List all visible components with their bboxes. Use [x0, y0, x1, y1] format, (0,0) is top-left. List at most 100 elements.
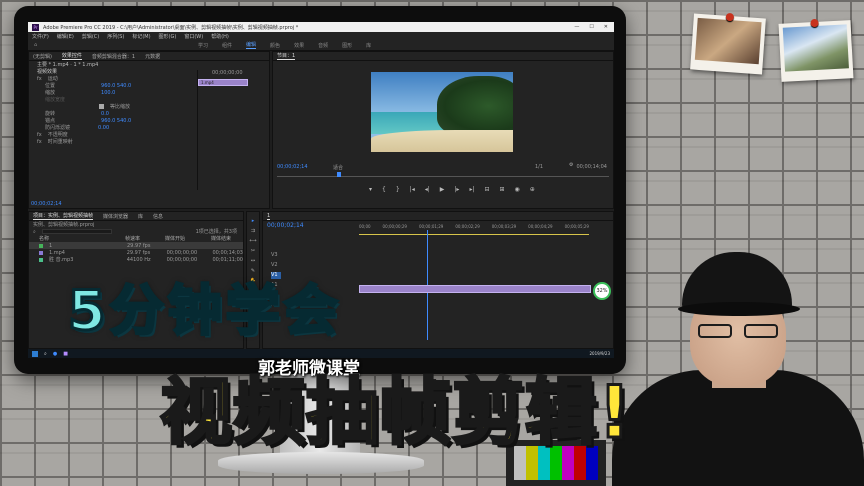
tab-metadata[interactable]: 元数据	[145, 53, 160, 60]
table-row[interactable]: 1.mp4 29.97 fps 00;00;00;00 00;00;14;03	[29, 249, 243, 256]
playhead-icon[interactable]	[337, 172, 341, 177]
timeline-ruler[interactable]: 00;00 00;00;00;29 00;00;01;29 00;00;02;2…	[359, 224, 589, 229]
mark-out-icon[interactable]: {	[382, 186, 386, 193]
glasses	[698, 324, 778, 338]
razor-tool-icon[interactable]: ✂	[251, 248, 255, 254]
headline-text: 5分钟学会	[67, 278, 342, 344]
selection-tool-icon[interactable]: ▸	[252, 218, 255, 224]
keyframe-timecode: 00;00;00;00	[212, 70, 243, 76]
effect-row-position[interactable]: 位置 960.0 540.0	[29, 82, 189, 90]
checkbox-icon[interactable]	[99, 104, 104, 109]
effect-row-scale-width[interactable]: 缩放宽度	[29, 96, 189, 103]
tab-media-browser[interactable]: 媒体浏览器	[103, 213, 128, 220]
column-fps[interactable]: 帧速率	[125, 235, 159, 242]
menu-file[interactable]: 文件(F)	[32, 33, 49, 40]
window-controls: — ☐ ✕	[574, 24, 614, 30]
window-title: Adobe Premiere Pro CC 2019 - C:\用户\Admin…	[43, 24, 299, 31]
program-monitor-tabs: 节目：1	[273, 52, 613, 61]
tab-sequence-1[interactable]: 1	[267, 213, 271, 220]
menu-graphics[interactable]: 图形(G)	[159, 33, 177, 40]
taskbar-premiere-icon[interactable]: ■	[63, 351, 68, 357]
column-name[interactable]: 名称	[39, 235, 119, 242]
tab-audio-mixer[interactable]: 音频剪辑混合器：1	[92, 53, 135, 60]
presenter	[612, 252, 864, 486]
minimize-icon[interactable]: —	[574, 24, 579, 30]
effect-row-scale[interactable]: 缩放 100.0	[29, 89, 189, 97]
project-search-input[interactable]	[41, 229, 112, 234]
tab-effect-controls[interactable]: 效果控件	[61, 52, 82, 60]
ripple-edit-tool-icon[interactable]: ⟷	[249, 238, 256, 244]
taskbar-browser-icon[interactable]: ●	[53, 351, 57, 357]
menu-marker[interactable]: 标记(M)	[132, 33, 150, 40]
menu-help[interactable]: 帮助(H)	[211, 33, 229, 40]
search-icon[interactable]: ⌕	[33, 229, 36, 235]
work-area-bar[interactable]	[359, 234, 589, 235]
track-select-tool-icon[interactable]: ⇉	[251, 228, 255, 234]
taskbar-search-icon[interactable]: ⌕	[44, 351, 47, 357]
fx-icon: fx	[37, 138, 42, 145]
rewind-icon[interactable]: ◂|	[425, 186, 430, 193]
table-row[interactable]: 胜 音.mp3 44100 Hz 00;00;00;00 00;01;11;00	[29, 256, 243, 263]
close-icon[interactable]: ✕	[604, 24, 608, 30]
effect-row-time-remap[interactable]: fx 时间重映射	[29, 138, 189, 146]
effect-row-antiflicker[interactable]: 防闪烁滤镜 0.00	[29, 124, 189, 132]
program-video-frame[interactable]	[371, 72, 513, 152]
step-back-icon[interactable]: |◂	[410, 186, 415, 193]
clip-selector[interactable]: 主要 * 1.mp4 · 1 * 1.mp4	[29, 61, 269, 68]
settings-icon[interactable]: ⊕	[530, 186, 535, 193]
effect-row-motion[interactable]: fx 运动	[29, 75, 189, 83]
workspace-audio[interactable]: 音频	[318, 42, 328, 49]
slip-tool-icon[interactable]: ↔	[251, 258, 255, 264]
workspace-assembly[interactable]: 组件	[222, 42, 232, 49]
effect-row-rotation[interactable]: 旋转 0.0	[29, 110, 189, 118]
tab-program[interactable]: 节目：1	[277, 52, 296, 60]
main-title-text: 视频抽帧剪辑!	[159, 370, 633, 454]
workspace-color[interactable]: 颜色	[270, 42, 280, 49]
fit-dropdown[interactable]: 适合	[333, 164, 343, 171]
program-scrubber[interactable]	[277, 172, 609, 177]
export-frame-icon[interactable]: ◉	[515, 186, 520, 193]
step-forward-icon[interactable]: |▸	[454, 186, 459, 193]
render-badge: 32%	[593, 282, 611, 300]
column-media-start[interactable]: 媒体开始	[165, 235, 205, 242]
timeline-video-clip[interactable]	[359, 285, 591, 293]
tab-source[interactable]: (无剪辑)	[33, 53, 52, 60]
menu-window[interactable]: 窗口(W)	[184, 33, 203, 40]
tab-info[interactable]: 信息	[153, 213, 163, 220]
home-icon[interactable]: ⌂	[34, 42, 37, 48]
menu-edit[interactable]: 编辑(E)	[57, 33, 74, 40]
extract-icon[interactable]: ⊞	[500, 186, 505, 193]
tab-libraries[interactable]: 库	[138, 213, 143, 220]
program-monitor-panel: 节目：1 00;00;02;14 适合 1/1 00;00;14;04 ▾ { …	[272, 51, 614, 209]
lift-icon[interactable]: ⊟	[484, 186, 489, 193]
table-row[interactable]: 1 29.97 fps	[29, 242, 243, 249]
effect-row-anchor[interactable]: 锚点 960.0 540.0	[29, 117, 189, 125]
effect-rows: fx 运动 位置 960.0 540.0 缩放 100.0 缩放宽度 等比缩放 旋转 0…	[29, 75, 189, 146]
track-v3[interactable]: V3	[271, 252, 331, 259]
column-media-end[interactable]: 媒体结束	[211, 235, 231, 242]
keyframe-clip-bar[interactable]: 1.mp4	[198, 79, 248, 86]
workspace-libraries[interactable]: 库	[366, 42, 371, 49]
workspace-learn[interactable]: 学习	[198, 42, 208, 49]
workspace-effects[interactable]: 效果	[294, 42, 304, 49]
go-to-in-icon[interactable]: }	[396, 186, 400, 193]
resolution-dropdown[interactable]: 1/1	[535, 164, 543, 170]
fx-icon: fx	[37, 75, 42, 82]
play-icon[interactable]: ▶	[440, 186, 445, 193]
go-to-out-icon[interactable]: ▸|	[469, 186, 474, 193]
program-timecode[interactable]: 00;00;02;14	[277, 164, 308, 170]
maximize-icon[interactable]: ☐	[589, 24, 593, 30]
wrench-icon[interactable]: ⚙	[569, 162, 573, 168]
program-duration: 00;00;14;04	[576, 164, 607, 170]
menu-sequence[interactable]: 序列(S)	[107, 33, 124, 40]
mark-in-icon[interactable]: ▾	[369, 186, 372, 193]
effect-row-opacity[interactable]: fx 不透明度	[29, 131, 189, 139]
windows-start-icon[interactable]	[32, 350, 38, 357]
menu-clip[interactable]: 剪辑(C)	[82, 33, 99, 40]
tab-project[interactable]: 项目：实例、剪辑视频抽帧	[33, 212, 94, 220]
workspace-graphics[interactable]: 图形	[342, 42, 352, 49]
timeline-timecode[interactable]: 00;00;02;14	[267, 222, 304, 229]
project-path: 实例、剪辑视频抽帧.prproj	[33, 222, 95, 228]
effect-row-uniform-scale[interactable]: 等比缩放	[29, 103, 189, 110]
workspace-editing[interactable]: 编辑	[246, 41, 257, 49]
